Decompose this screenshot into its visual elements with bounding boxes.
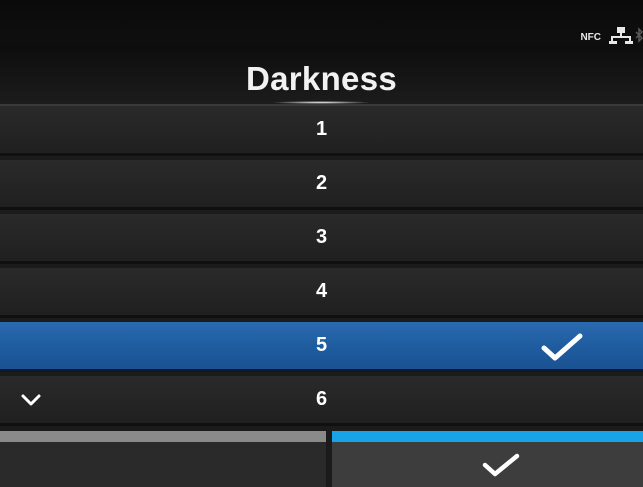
list-item-label: 2 [315,172,328,194]
cancel-button[interactable] [0,431,326,487]
footer-buttons [0,431,643,487]
list-item-label: 1 [315,118,328,140]
list-item-6[interactable]: 6 [0,376,643,426]
list-item-label: 3 [315,226,328,248]
title-underline-glow [271,101,371,104]
page-title: Darkness [246,60,397,97]
list-item-label: 6 [315,388,328,410]
list-item-5-selected[interactable]: 5 [0,322,643,372]
checkmark-icon [541,333,583,361]
nfc-icon: NFC [580,31,601,43]
checkmark-icon [482,453,520,477]
list-item-3[interactable]: 3 [0,214,643,264]
printer-screen: NFC Darkness 1 2 3 4 5 6 [0,0,643,487]
list-item-4[interactable]: 4 [0,268,643,318]
list-item-1[interactable]: 1 [0,106,643,156]
list-item-2[interactable]: 2 [0,160,643,210]
darkness-option-list: 1 2 3 4 5 6 [0,106,643,430]
ok-button[interactable] [332,431,643,487]
list-item-label: 4 [315,280,328,302]
